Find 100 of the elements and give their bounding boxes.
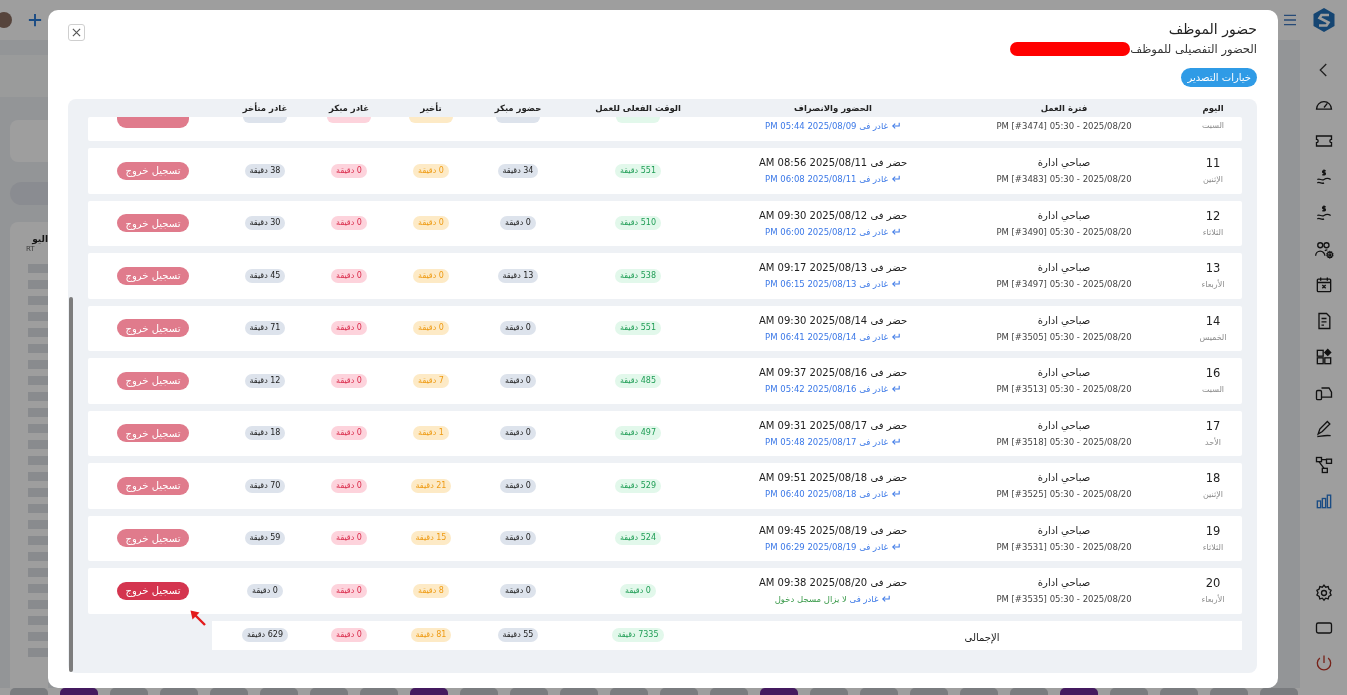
work-minutes-tag: 7335 دقيقة bbox=[612, 628, 664, 642]
exit-arrow-icon bbox=[890, 542, 901, 551]
work-minutes-tag: 497 دقيقة bbox=[615, 426, 661, 441]
shift-time: 2025/08/20 - 05:30 PM [#3535] bbox=[996, 593, 1132, 606]
left-late-tag: 38 دقيقة bbox=[244, 163, 286, 178]
work-minutes-tag: 551 دقيقة bbox=[615, 321, 661, 336]
left-late-tag: 45 دقيقة bbox=[244, 268, 286, 283]
shift-name: صباحي ادارة bbox=[1037, 418, 1091, 433]
work-minutes-tag: 510 دقيقة bbox=[615, 216, 661, 231]
day-name: الأربعاء bbox=[1201, 279, 1225, 291]
cut-off-tag bbox=[616, 117, 660, 123]
plus-icon[interactable] bbox=[28, 13, 42, 27]
day-number: 18 bbox=[1205, 471, 1221, 487]
late-minutes-tag: 0 دقيقة bbox=[413, 268, 449, 283]
work-minutes-tag: 551 دقيقة bbox=[615, 163, 661, 178]
left-early-tag: 0 دقيقة bbox=[331, 373, 367, 388]
column-header: الحضور والانصراف bbox=[794, 102, 872, 114]
menu-icon[interactable] bbox=[1283, 14, 1297, 26]
shift-name: صباحي ادارة bbox=[1037, 471, 1091, 486]
shift-name: صباحي ادارة bbox=[1037, 156, 1091, 171]
left-early-tag: 0 دقيقة bbox=[331, 583, 367, 598]
check-in-time: حضر فى 2025/08/12 09:30 AM bbox=[758, 208, 908, 223]
avatar[interactable] bbox=[0, 12, 12, 28]
work-minutes-tag: 485 دقيقة bbox=[615, 373, 661, 388]
network-icon[interactable] bbox=[1313, 455, 1334, 475]
day-number: 14 bbox=[1205, 313, 1221, 329]
left-late-tag: 18 دقيقة bbox=[244, 426, 286, 441]
exit-arrow-icon bbox=[890, 437, 901, 446]
shift-name: صباحي ادارة bbox=[1037, 208, 1091, 223]
left-late-tag: 59 دقيقة bbox=[244, 531, 286, 546]
cut-off-tag bbox=[243, 117, 287, 123]
shift-time: 2025/08/20 - 05:30 PM [#3505] bbox=[996, 330, 1132, 343]
exit-arrow-icon bbox=[890, 332, 901, 341]
left-late-tag: 0 دقيقة bbox=[247, 583, 283, 598]
users-gear-icon[interactable] bbox=[1313, 239, 1334, 259]
late-minutes-tag: 0 دقيقة bbox=[413, 216, 449, 231]
column-header: فترة العمل bbox=[1040, 102, 1088, 114]
left-early-tag: 0 دقيقة bbox=[331, 628, 367, 642]
column-heading: اليو bbox=[32, 234, 48, 245]
left-early-tag: 0 دقيقة bbox=[331, 268, 367, 283]
column-header: تأخير bbox=[420, 102, 442, 114]
exit-arrow-icon bbox=[890, 122, 901, 130]
late-minutes-tag: 1 دقيقة bbox=[413, 426, 449, 441]
column-header: اليوم bbox=[1202, 102, 1224, 114]
early-arrival-tag: 0 دقيقة bbox=[500, 321, 536, 336]
shift-time: 2025/08/20 - 05:30 PM [#3531] bbox=[996, 540, 1132, 553]
day-name: السبت bbox=[1201, 384, 1225, 396]
left-late-tag: 70 دقيقة bbox=[244, 478, 286, 493]
early-arrival-tag: 0 دقيقة bbox=[500, 426, 536, 441]
modal-subtitle: الحضور التفصيلى للموظف bbox=[1130, 41, 1257, 57]
exit-arrow-icon bbox=[890, 227, 901, 236]
late-minutes-tag: 0 دقيقة bbox=[413, 163, 449, 178]
shift-name: صباحي ادارة bbox=[1037, 313, 1091, 328]
early-arrival-tag: 0 دقيقة bbox=[500, 373, 536, 388]
shift-name: صباحي ادارة bbox=[1037, 366, 1091, 381]
column-header: حضور مبكر bbox=[494, 102, 542, 114]
early-arrival-tag: 0 دقيقة bbox=[500, 478, 536, 493]
day-name: الثلاثاء bbox=[1202, 541, 1224, 553]
late-minutes-tag: 21 دقيقة bbox=[410, 478, 452, 493]
day-name: الأربعاء bbox=[1201, 594, 1225, 606]
early-arrival-tag: 55 دقيقة bbox=[497, 628, 539, 642]
close-button[interactable] bbox=[68, 24, 85, 41]
scrollbar-thumb[interactable] bbox=[69, 297, 73, 672]
check-in-time: حضر فى 2025/08/17 09:31 AM bbox=[758, 418, 908, 433]
shift-name: صباحي ادارة bbox=[1037, 523, 1091, 538]
shift-time: 2025/08/20 - 05:30 PM [#3483] bbox=[996, 173, 1132, 186]
cut-off-button[interactable] bbox=[117, 117, 189, 128]
day-number: 19 bbox=[1205, 523, 1221, 539]
left-early-tag: 0 دقيقة bbox=[331, 321, 367, 336]
work-minutes-tag: 524 دقيقة bbox=[615, 531, 661, 546]
late-minutes-tag: 8 دقيقة bbox=[413, 583, 449, 598]
background-bar bbox=[10, 182, 48, 205]
check-in-time: حضر فى 2025/08/11 08:56 AM bbox=[758, 156, 908, 171]
day-name: السبت bbox=[1201, 120, 1225, 131]
day-number: 20 bbox=[1205, 576, 1221, 592]
day-name: الأحد bbox=[1205, 436, 1221, 448]
left-late-tag: 12 دقيقة bbox=[244, 373, 286, 388]
early-arrival-tag: 0 دقيقة bbox=[500, 216, 536, 231]
exit-arrow-icon bbox=[890, 280, 901, 289]
check-in-time: حضر فى 2025/08/18 09:51 AM bbox=[758, 471, 908, 486]
column-header: غادر متأخر bbox=[242, 102, 288, 114]
logo-icon[interactable] bbox=[1311, 7, 1336, 33]
day-name: الإثنين bbox=[1203, 489, 1223, 501]
cut-off-tag bbox=[327, 117, 371, 123]
close-icon bbox=[72, 28, 81, 37]
late-minutes-tag: 7 دقيقة bbox=[413, 373, 449, 388]
check-out-button[interactable]: تسجيل خروج bbox=[117, 581, 189, 600]
left-early-tag: 0 دقيقة bbox=[331, 426, 367, 441]
shift-time: 2025/08/20 - 05:30 PM [#3474] bbox=[996, 120, 1132, 132]
work-minutes-tag: 0 دقيقة bbox=[620, 583, 656, 598]
left-early-tag: 0 دقيقة bbox=[331, 163, 367, 178]
shift-time: 2025/08/20 - 05:30 PM [#3497] bbox=[996, 278, 1132, 291]
early-arrival-tag: 13 دقيقة bbox=[497, 268, 539, 283]
day-number: 11 bbox=[1205, 156, 1221, 172]
exit-arrow-icon bbox=[890, 175, 901, 184]
left-early-tag: 0 دقيقة bbox=[331, 216, 367, 231]
settings-icon[interactable] bbox=[1313, 583, 1334, 603]
export-options-button[interactable]: خيارات التصدير bbox=[1181, 68, 1257, 87]
late-minutes-tag: 0 دقيقة bbox=[413, 321, 449, 336]
shift-name: صباحي ادارة bbox=[1037, 261, 1091, 276]
